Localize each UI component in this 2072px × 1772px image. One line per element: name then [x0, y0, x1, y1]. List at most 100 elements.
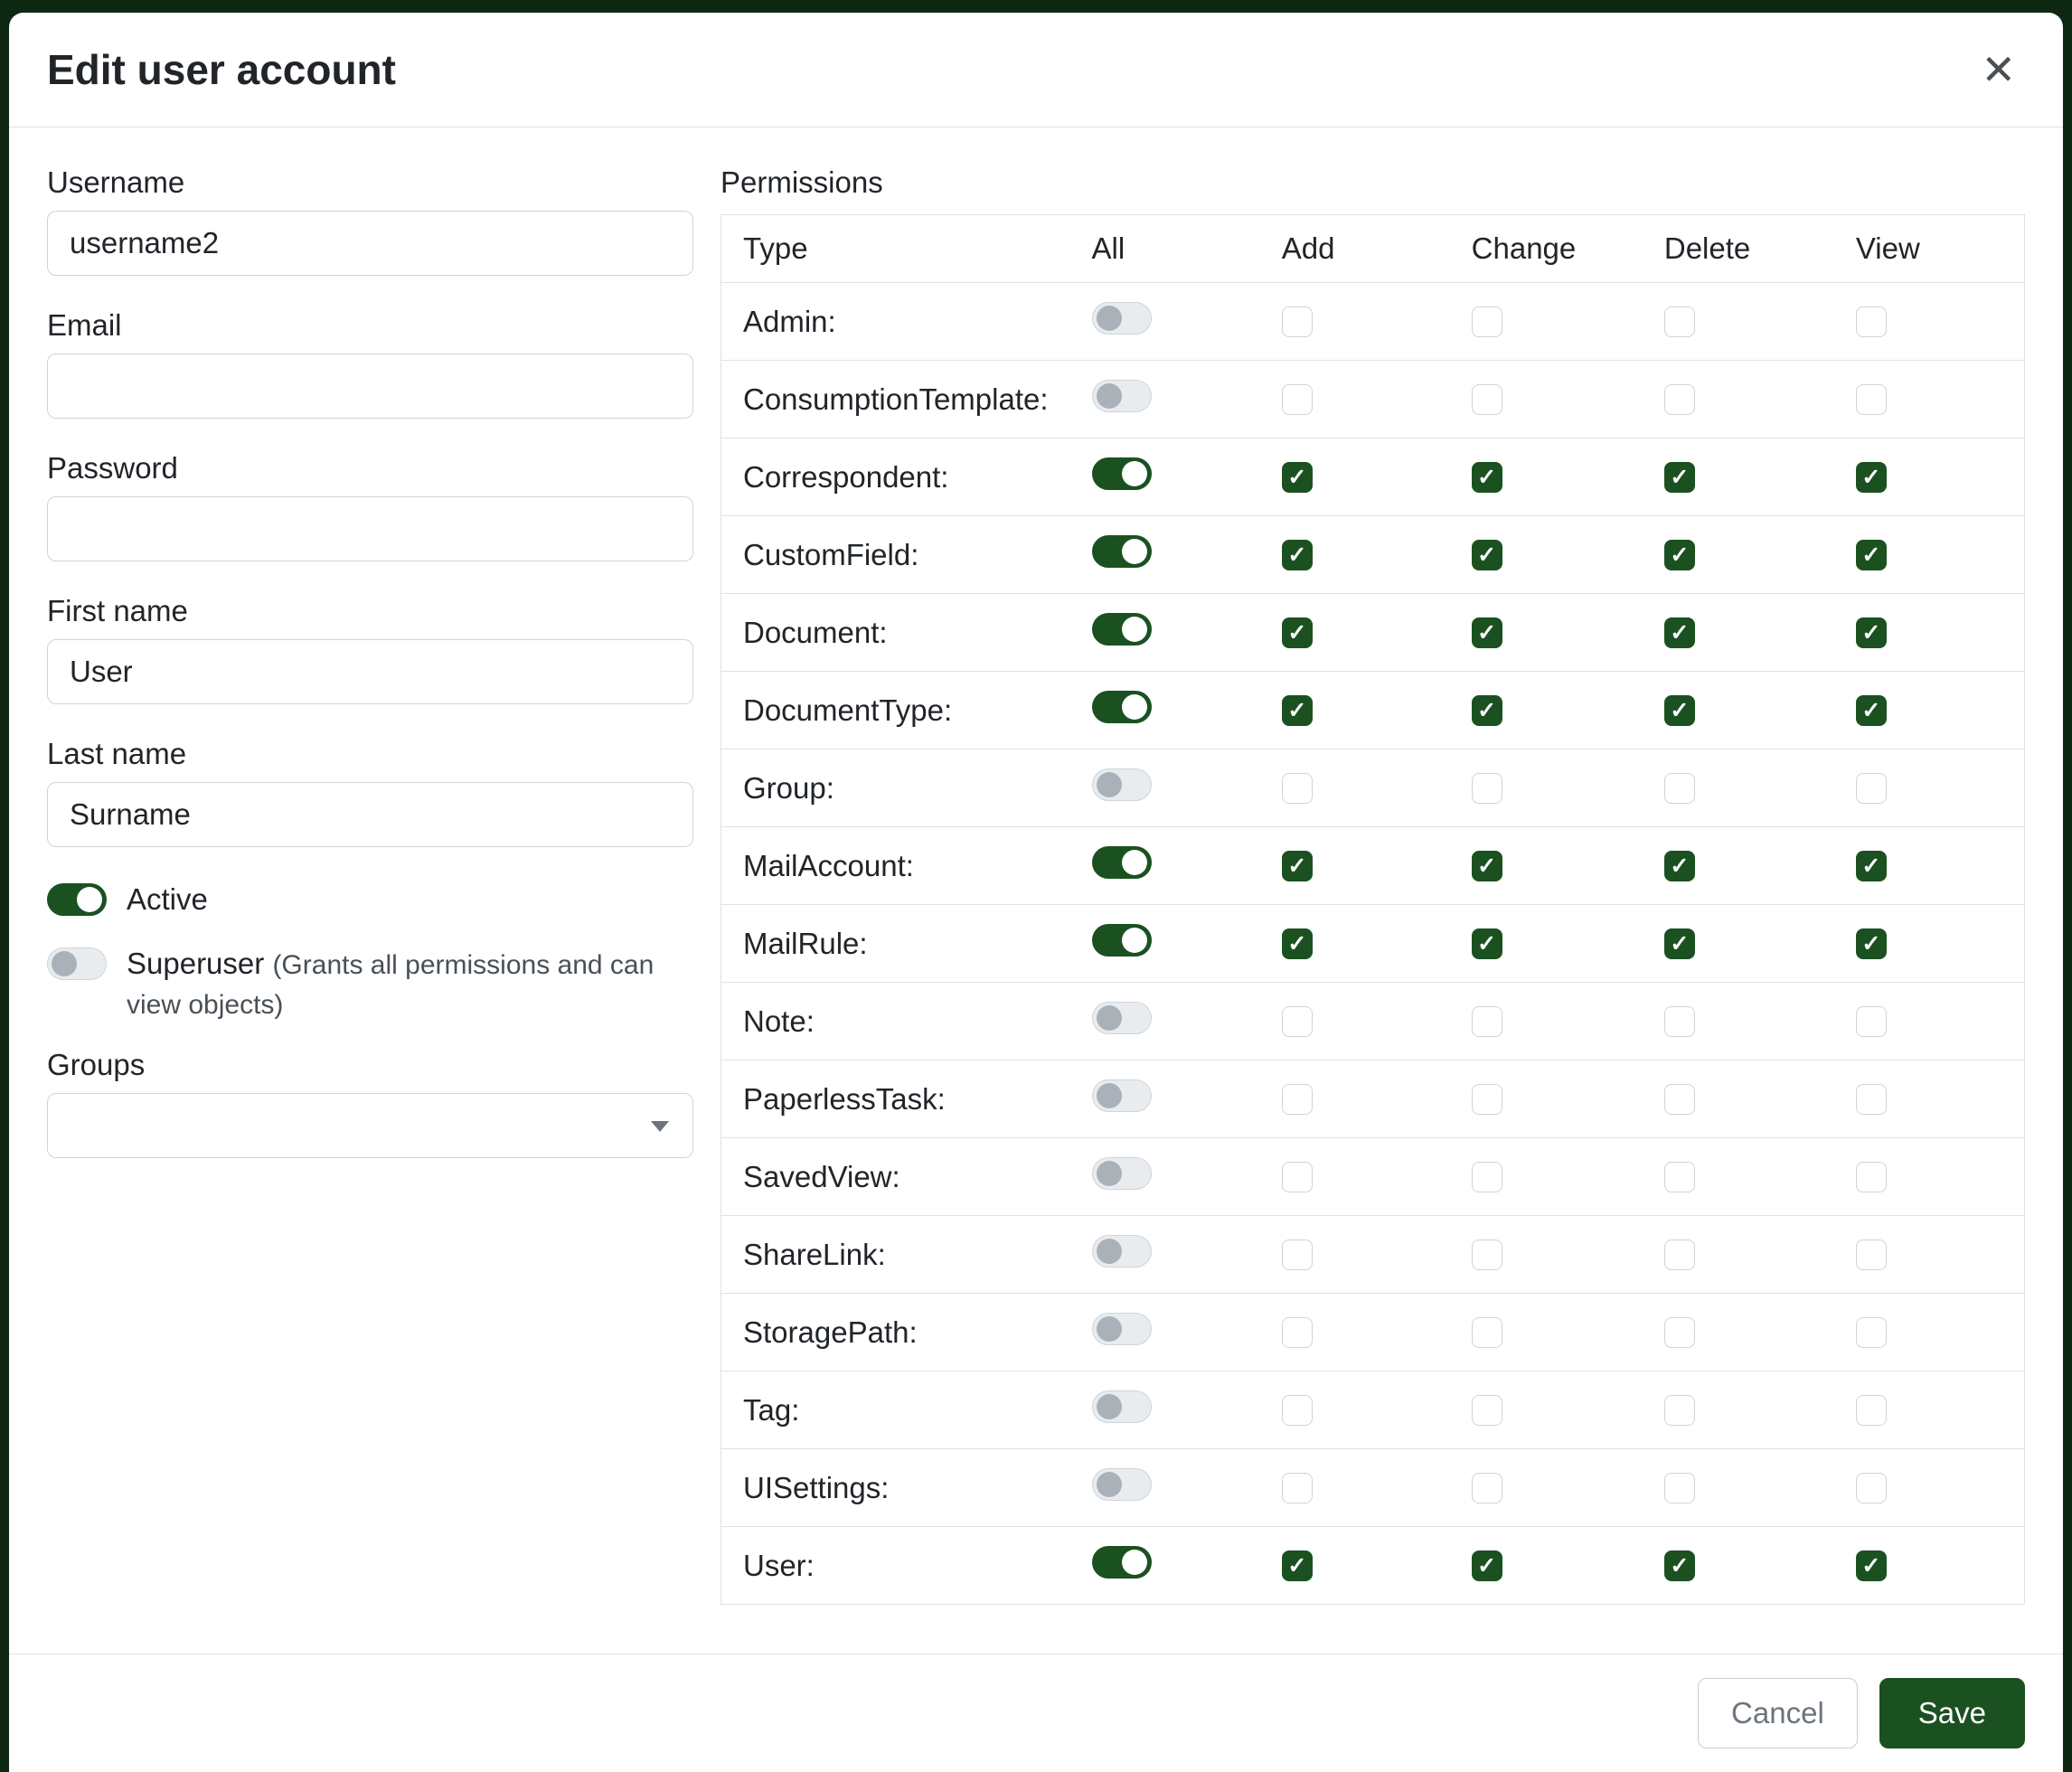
perm-view-checkbox[interactable]: ✓ [1856, 851, 1887, 881]
perm-delete-checkbox[interactable] [1664, 1395, 1695, 1426]
perm-view-checkbox[interactable] [1856, 384, 1887, 415]
perm-view-checkbox[interactable] [1856, 1162, 1887, 1192]
perm-view-checkbox[interactable] [1856, 1239, 1887, 1270]
perm-delete-checkbox[interactable] [1664, 1239, 1695, 1270]
perm-delete-checkbox[interactable]: ✓ [1664, 462, 1695, 493]
perm-change-checkbox[interactable]: ✓ [1472, 1550, 1502, 1581]
perm-change-checkbox[interactable] [1472, 773, 1502, 804]
perm-change-checkbox[interactable] [1472, 1006, 1502, 1037]
perm-all-toggle[interactable] [1092, 924, 1152, 957]
perm-delete-checkbox[interactable] [1664, 306, 1695, 337]
perm-all-toggle[interactable] [1092, 613, 1152, 646]
perm-change-checkbox[interactable]: ✓ [1472, 695, 1502, 726]
perm-add-checkbox[interactable]: ✓ [1282, 928, 1313, 959]
perm-delete-checkbox[interactable]: ✓ [1664, 1550, 1695, 1581]
perm-view-checkbox[interactable] [1856, 1395, 1887, 1426]
perm-add-checkbox[interactable] [1282, 1473, 1313, 1503]
perm-all-toggle[interactable] [1092, 1313, 1152, 1345]
perm-add-checkbox[interactable]: ✓ [1282, 1550, 1313, 1581]
perm-delete-checkbox[interactable]: ✓ [1664, 617, 1695, 648]
save-button[interactable]: Save [1879, 1678, 2025, 1748]
perm-all-toggle[interactable] [1092, 380, 1152, 412]
perm-all-toggle[interactable] [1092, 846, 1152, 879]
table-row: ConsumptionTemplate: [721, 361, 2025, 438]
perm-delete-checkbox[interactable] [1664, 1084, 1695, 1115]
perm-change-checkbox[interactable]: ✓ [1472, 617, 1502, 648]
perm-delete-checkbox[interactable] [1664, 1006, 1695, 1037]
perm-change-checkbox[interactable] [1472, 306, 1502, 337]
perm-change-checkbox[interactable] [1472, 384, 1502, 415]
perm-delete-checkbox[interactable] [1664, 384, 1695, 415]
perm-change-checkbox[interactable] [1472, 1239, 1502, 1270]
perm-change-checkbox[interactable]: ✓ [1472, 540, 1502, 570]
perm-change-checkbox[interactable]: ✓ [1472, 928, 1502, 959]
perm-view-checkbox[interactable]: ✓ [1856, 1550, 1887, 1581]
perm-add-checkbox[interactable]: ✓ [1282, 462, 1313, 493]
perm-change-checkbox[interactable] [1472, 1473, 1502, 1503]
close-icon[interactable]: ✕ [1972, 43, 2025, 96]
perm-add-checkbox[interactable] [1282, 1317, 1313, 1348]
perm-delete-checkbox[interactable]: ✓ [1664, 540, 1695, 570]
perm-add-checkbox[interactable] [1282, 306, 1313, 337]
perm-add-checkbox[interactable] [1282, 1006, 1313, 1037]
perm-delete-checkbox[interactable]: ✓ [1664, 851, 1695, 881]
perm-add-checkbox[interactable]: ✓ [1282, 695, 1313, 726]
perm-add-checkbox[interactable]: ✓ [1282, 540, 1313, 570]
perm-view-checkbox[interactable] [1856, 773, 1887, 804]
perm-add-checkbox[interactable] [1282, 773, 1313, 804]
perm-change-checkbox[interactable] [1472, 1317, 1502, 1348]
perm-change-checkbox[interactable] [1472, 1084, 1502, 1115]
perm-view-checkbox[interactable]: ✓ [1856, 617, 1887, 648]
perm-change-checkbox[interactable] [1472, 1395, 1502, 1426]
perm-delete-checkbox[interactable] [1664, 773, 1695, 804]
perm-add-checkbox[interactable]: ✓ [1282, 851, 1313, 881]
perm-all-toggle[interactable] [1092, 1079, 1152, 1112]
perm-add-checkbox[interactable] [1282, 384, 1313, 415]
perm-all-toggle[interactable] [1092, 768, 1152, 801]
perm-add-checkbox[interactable] [1282, 1162, 1313, 1192]
perm-delete-checkbox[interactable] [1664, 1317, 1695, 1348]
first-name-field[interactable] [47, 639, 693, 704]
perm-all-toggle[interactable] [1092, 1002, 1152, 1034]
perm-all-toggle[interactable] [1092, 1157, 1152, 1190]
perm-view-checkbox[interactable]: ✓ [1856, 462, 1887, 493]
perm-all-toggle[interactable] [1092, 691, 1152, 723]
perm-delete-checkbox[interactable] [1664, 1162, 1695, 1192]
password-field[interactable] [47, 496, 693, 561]
perm-add-checkbox[interactable] [1282, 1395, 1313, 1426]
perm-add-checkbox[interactable] [1282, 1084, 1313, 1115]
perm-change-checkbox[interactable]: ✓ [1472, 851, 1502, 881]
perm-change-checkbox[interactable]: ✓ [1472, 462, 1502, 493]
perm-view-checkbox[interactable] [1856, 1006, 1887, 1037]
perm-view-checkbox[interactable] [1856, 1317, 1887, 1348]
perm-add-checkbox[interactable] [1282, 1239, 1313, 1270]
perm-all-toggle[interactable] [1092, 1235, 1152, 1268]
col-header-type: Type [721, 215, 1070, 283]
cancel-button[interactable]: Cancel [1698, 1678, 1858, 1748]
perm-all-toggle[interactable] [1092, 457, 1152, 490]
perm-view-checkbox[interactable]: ✓ [1856, 928, 1887, 959]
perm-view-checkbox[interactable] [1856, 1084, 1887, 1115]
superuser-toggle[interactable] [47, 947, 107, 980]
active-toggle[interactable] [47, 883, 107, 916]
perm-view-checkbox[interactable]: ✓ [1856, 695, 1887, 726]
perm-all-toggle[interactable] [1092, 302, 1152, 335]
username-input[interactable] [47, 211, 693, 276]
perm-delete-checkbox[interactable]: ✓ [1664, 695, 1695, 726]
perm-delete-checkbox[interactable] [1664, 1473, 1695, 1503]
perm-all-toggle[interactable] [1092, 1546, 1152, 1579]
perm-view-checkbox[interactable] [1856, 1473, 1887, 1503]
perm-change-checkbox[interactable] [1472, 1162, 1502, 1192]
perm-all-toggle[interactable] [1092, 535, 1152, 568]
perm-all-toggle[interactable] [1092, 1468, 1152, 1501]
perm-delete-checkbox[interactable]: ✓ [1664, 928, 1695, 959]
perm-add-checkbox[interactable]: ✓ [1282, 617, 1313, 648]
perm-view-checkbox[interactable]: ✓ [1856, 540, 1887, 570]
perm-all-toggle[interactable] [1092, 1390, 1152, 1423]
groups-select[interactable] [47, 1093, 693, 1158]
perm-view-checkbox[interactable] [1856, 306, 1887, 337]
email-field[interactable] [47, 353, 693, 419]
user-form: Username Email Password First name Last … [47, 165, 693, 1191]
last-name-field[interactable] [47, 782, 693, 847]
perm-type-label: PaperlessTask: [721, 1060, 1070, 1138]
